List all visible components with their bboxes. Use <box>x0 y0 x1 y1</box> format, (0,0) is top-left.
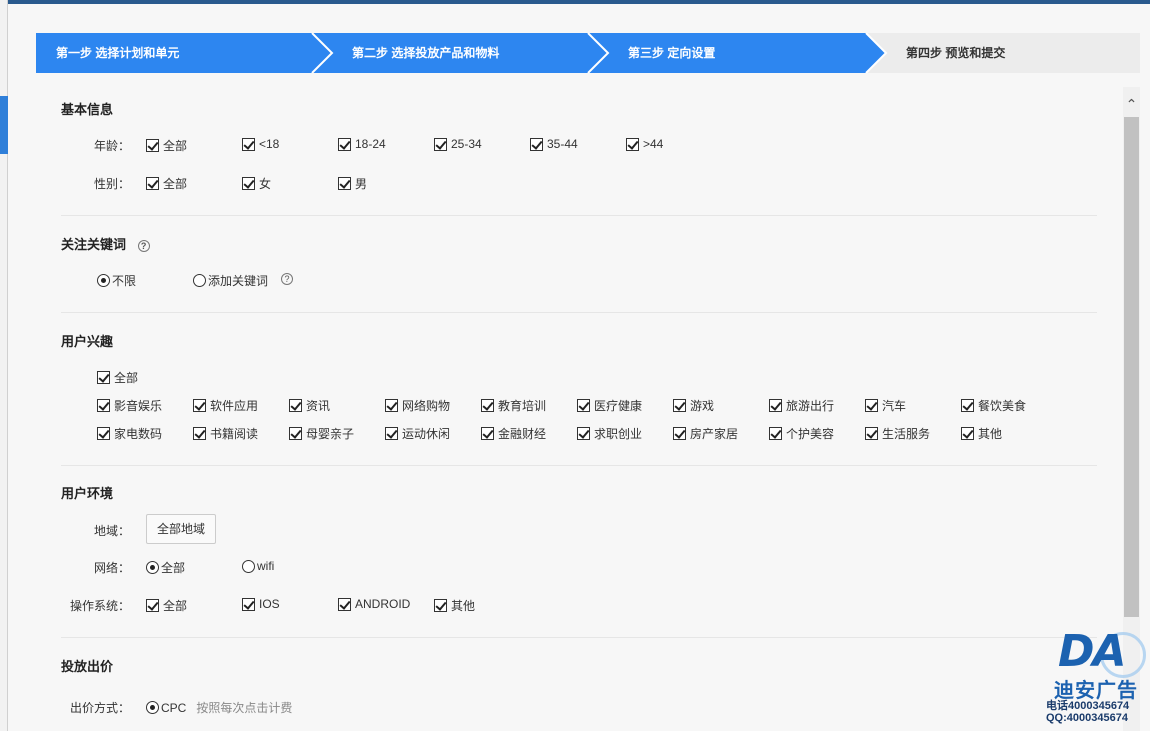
interest-checkbox[interactable]: 求职创业 <box>577 425 642 442</box>
divider <box>61 637 1097 638</box>
divider <box>61 215 1097 216</box>
age-over44-checkbox[interactable]: >44 <box>626 137 663 151</box>
section-title-basic: 基本信息 <box>61 102 114 117</box>
network-all-radio[interactable]: 全部 <box>146 559 185 576</box>
section-title-keywords: 关注关键词 ? <box>61 234 150 253</box>
interest-checkbox[interactable]: 汽车 <box>865 397 906 414</box>
logo-qq: QQ:4000345674 <box>1046 712 1128 724</box>
all-regions-button[interactable]: 全部地域 <box>146 514 216 544</box>
network-wifi-radio[interactable]: wifi <box>242 559 274 573</box>
logo-phone: 电话4000345674 <box>1046 700 1130 712</box>
interest-checkbox[interactable]: 软件应用 <box>193 397 258 414</box>
keywords-unlimited-radio[interactable]: 不限 <box>97 272 136 289</box>
section-title-bid: 投放出价 <box>61 659 114 674</box>
watermark-logo: DA 迪安广告 电话4000345674 QQ:4000345674 <box>1040 626 1148 730</box>
interest-checkbox[interactable]: 母婴亲子 <box>289 425 354 442</box>
background-sidebar <box>0 0 8 731</box>
bid-method-label: 出价方式： <box>69 701 130 715</box>
age-under18-checkbox[interactable]: <18 <box>242 137 279 151</box>
form-content: 基本信息 年龄： 全部 <18 18-24 25-34 35-44 >44 性别… <box>8 4 1118 731</box>
interest-checkbox[interactable]: 个护美容 <box>769 425 834 442</box>
interest-checkbox[interactable]: 游戏 <box>673 397 714 414</box>
divider <box>61 312 1097 313</box>
interest-checkbox[interactable]: 医疗健康 <box>577 397 642 414</box>
gender-female-checkbox[interactable]: 女 <box>242 175 271 192</box>
os-all-checkbox[interactable]: 全部 <box>146 597 187 614</box>
interest-checkbox[interactable]: 旅游出行 <box>769 397 834 414</box>
network-label: 网络： <box>93 561 130 575</box>
gender-male-checkbox[interactable]: 男 <box>338 175 367 192</box>
divider <box>61 465 1097 466</box>
keywords-add-radio[interactable]: 添加关键词 <box>193 272 268 289</box>
question-circle-icon[interactable]: ? <box>281 273 293 285</box>
bid-hint: 按照每次点击计费 <box>196 701 293 715</box>
age-35-44-checkbox[interactable]: 35-44 <box>530 137 578 151</box>
age-18-24-checkbox[interactable]: 18-24 <box>338 137 386 151</box>
question-circle-icon[interactable]: ? <box>137 240 150 252</box>
interest-checkbox[interactable]: 金融财经 <box>481 425 546 442</box>
logo-mark: DA <box>1058 626 1127 677</box>
interest-checkbox[interactable]: 其他 <box>961 425 1002 442</box>
os-other-checkbox[interactable]: 其他 <box>434 597 475 614</box>
os-ios-checkbox[interactable]: IOS <box>242 597 280 611</box>
interest-checkbox[interactable]: 运动休闲 <box>385 425 450 442</box>
interest-checkbox[interactable]: 生活服务 <box>865 425 930 442</box>
gender-all-checkbox[interactable]: 全部 <box>146 175 187 192</box>
scroll-thumb[interactable] <box>1124 117 1139 617</box>
interest-checkbox[interactable]: 网络购物 <box>385 397 450 414</box>
section-title-interests: 用户兴趣 <box>61 334 114 349</box>
os-label: 操作系统： <box>69 599 130 613</box>
age-label: 年龄： <box>93 139 130 153</box>
interest-checkbox[interactable]: 书籍阅读 <box>193 425 258 442</box>
interest-all-checkbox[interactable]: 全部 <box>97 369 138 386</box>
gender-label: 性别： <box>93 177 130 191</box>
scroll-up-icon[interactable]: ⌃ <box>1123 95 1140 113</box>
targeting-dialog: 第一步 选择计划和单元 第二步 选择投放产品和物料 第三步 定向设置 第四步 预… <box>8 4 1150 731</box>
interest-checkbox[interactable]: 家电数码 <box>97 425 162 442</box>
bid-cpc-radio[interactable]: CPC 按照每次点击计费 <box>146 699 292 716</box>
interest-checkbox[interactable]: 餐饮美食 <box>961 397 1026 414</box>
age-all-checkbox[interactable]: 全部 <box>146 137 187 154</box>
interest-checkbox[interactable]: 房产家居 <box>673 425 738 442</box>
interest-checkbox[interactable]: 教育培训 <box>481 397 546 414</box>
os-android-checkbox[interactable]: ANDROID <box>338 597 410 611</box>
region-label: 地域： <box>93 524 130 538</box>
interest-checkbox[interactable]: 影音娱乐 <box>97 397 162 414</box>
age-25-34-checkbox[interactable]: 25-34 <box>434 137 482 151</box>
section-title-environment: 用户环境 <box>61 486 114 501</box>
interest-checkbox[interactable]: 资讯 <box>289 397 330 414</box>
